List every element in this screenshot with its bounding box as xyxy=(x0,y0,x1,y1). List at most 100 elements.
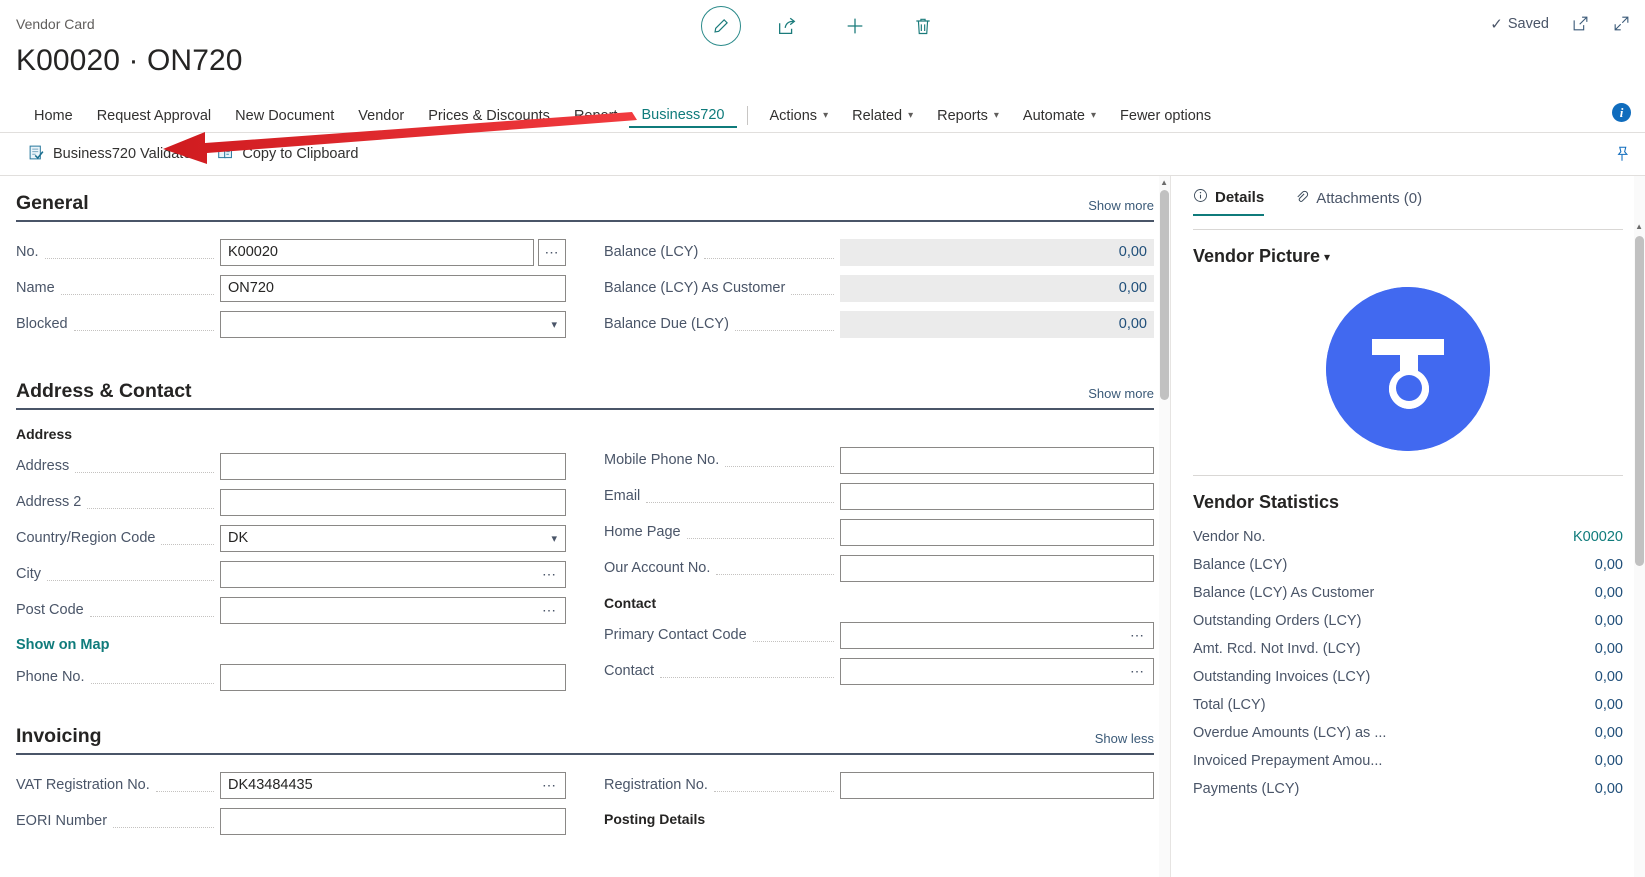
field-no-label: No. xyxy=(16,244,39,260)
field-contact-input[interactable]: ⋯ xyxy=(840,657,1154,685)
field-name-label: Name xyxy=(16,280,55,296)
menu-item-business720[interactable]: Business720 xyxy=(629,103,737,128)
field-email-input[interactable] xyxy=(840,482,1154,510)
field-post-code-input[interactable]: ⋯ xyxy=(220,596,566,624)
field-no-input[interactable]: K00020 xyxy=(220,238,534,266)
open-in-new-window-icon[interactable] xyxy=(1571,14,1590,33)
side-pane-tabs: Details Attachments (0) xyxy=(1171,176,1645,216)
address-right-column: Mobile Phone No. Email Home Page Our Acc… xyxy=(604,420,1154,695)
menu-item-home[interactable]: Home xyxy=(22,104,85,128)
menu-item-automate[interactable]: Automate ▾ xyxy=(1011,104,1108,128)
side-scrollbar[interactable]: ▲ xyxy=(1634,176,1645,877)
vendor-picture-header[interactable]: Vendor Picture ▾ xyxy=(1171,230,1645,267)
stat-value[interactable]: 0,00 xyxy=(1595,781,1623,797)
field-address-input[interactable] xyxy=(220,452,566,480)
stat-value[interactable]: 0,00 xyxy=(1595,613,1623,629)
general-show-more-link[interactable]: Show more xyxy=(1088,198,1154,215)
stat-value[interactable]: 0,00 xyxy=(1595,557,1623,573)
field-eori-number-label: EORI Number xyxy=(16,813,108,829)
copy-to-clipboard-label: Copy to Clipboard xyxy=(242,146,359,162)
stat-value[interactable]: 0,00 xyxy=(1595,641,1623,657)
chevron-down-icon: ▾ xyxy=(1324,249,1331,264)
stat-label: Payments (LCY) xyxy=(1193,781,1300,797)
stat-value: 0,00 xyxy=(1594,585,1623,601)
menu-item-related[interactable]: Related ▾ xyxy=(840,104,925,128)
field-country-region-code-select[interactable]: DK ▾ xyxy=(220,524,566,552)
field-phone-no-input[interactable] xyxy=(220,663,566,691)
field-address-2: Address 2 xyxy=(16,484,566,520)
field-address-2-label: Address 2 xyxy=(16,494,82,510)
field-no-lookup-button[interactable]: ⋯ xyxy=(538,238,566,266)
field-contact-lookup-icon[interactable]: ⋯ xyxy=(1130,663,1145,680)
menu-item-request-approval[interactable]: Request Approval xyxy=(85,104,223,128)
section-invoicing: Invoicing Show less VAT Registration No.… xyxy=(0,695,1170,839)
field-primary-contact-code-lookup-icon[interactable]: ⋯ xyxy=(1130,627,1145,644)
menu-item-actions[interactable]: Actions ▾ xyxy=(758,104,841,128)
share-icon[interactable] xyxy=(765,4,809,48)
scroll-up-icon[interactable]: ▲ xyxy=(1635,222,1643,231)
field-contact: Contact ⋯ xyxy=(604,653,1154,689)
field-name: Name ON720 xyxy=(16,270,566,306)
scroll-up-icon[interactable]: ▲ xyxy=(1160,178,1168,187)
menu-item-new-document[interactable]: New Document xyxy=(223,104,346,128)
menu-item-reports[interactable]: Reports ▾ xyxy=(925,104,1011,128)
field-name-input[interactable]: ON720 xyxy=(220,274,566,302)
main-scrollbar-thumb[interactable] xyxy=(1160,190,1169,400)
field-contact-label: Contact xyxy=(604,663,654,679)
field-our-account-no-input[interactable] xyxy=(840,554,1154,582)
tab-details[interactable]: Details xyxy=(1193,188,1265,216)
field-eori-number: EORI Number xyxy=(16,803,566,839)
field-post-code-lookup-icon[interactable]: ⋯ xyxy=(542,602,557,619)
field-primary-contact-code: Primary Contact Code ⋯ xyxy=(604,617,1154,653)
field-address-2-input[interactable] xyxy=(220,488,566,516)
field-blocked-select[interactable]: ▾ xyxy=(220,310,566,338)
field-home-page: Home Page xyxy=(604,514,1154,550)
section-general: General Show more No. K00020 ⋯ Name ON72… xyxy=(0,176,1170,342)
pencil-icon[interactable] xyxy=(700,6,741,46)
menu-item-prices-discounts[interactable]: Prices & Discounts xyxy=(416,104,562,128)
main-scrollbar[interactable]: ▲ xyxy=(1159,176,1170,877)
address-subheading: Address xyxy=(16,426,73,442)
field-vat-registration-no-lookup-icon[interactable]: ⋯ xyxy=(542,777,557,794)
vendor-picture xyxy=(1171,267,1645,467)
contact-subheading: Contact xyxy=(604,595,657,611)
address-show-more-link[interactable]: Show more xyxy=(1088,386,1154,403)
menu-item-fewer-options[interactable]: Fewer options xyxy=(1108,104,1223,128)
menu-item-vendor[interactable]: Vendor xyxy=(346,104,416,128)
side-pane: Details Attachments (0) Vendor Picture ▾ xyxy=(1170,176,1645,877)
field-city-input[interactable]: ⋯ xyxy=(220,560,566,588)
menu-item-report[interactable]: Report xyxy=(562,104,630,128)
trash-icon[interactable] xyxy=(901,4,945,48)
leader-dots xyxy=(791,293,834,295)
field-no: No. K00020 ⋯ xyxy=(16,234,566,270)
field-registration-no-label: Registration No. xyxy=(604,777,708,793)
field-home-page-input[interactable] xyxy=(840,518,1154,546)
leader-dots xyxy=(44,257,214,259)
info-icon[interactable]: i xyxy=(1612,103,1631,122)
leader-dots xyxy=(155,790,214,792)
stat-value[interactable]: K00020 xyxy=(1573,529,1623,545)
field-city: City ⋯ xyxy=(16,556,566,592)
pin-icon[interactable] xyxy=(1613,145,1631,168)
field-mobile-phone-no-input[interactable] xyxy=(840,446,1154,474)
field-city-lookup-icon[interactable]: ⋯ xyxy=(542,566,557,583)
field-vat-registration-no-input[interactable]: DK43484435 ⋯ xyxy=(220,771,566,799)
show-on-map-link[interactable]: Show on Map xyxy=(16,637,109,653)
field-registration-no-input[interactable] xyxy=(840,771,1154,799)
content-area: General Show more No. K00020 ⋯ Name ON72… xyxy=(0,176,1645,877)
collapse-icon[interactable] xyxy=(1612,14,1631,33)
plus-icon[interactable] xyxy=(833,4,877,48)
tab-attachments[interactable]: Attachments (0) xyxy=(1294,189,1422,215)
copy-to-clipboard-button[interactable]: Copy to Clipboard xyxy=(217,144,358,165)
stat-value[interactable]: 0,00 xyxy=(1595,669,1623,685)
business720-validate-button[interactable]: Business720 Validate xyxy=(28,144,191,165)
stat-value[interactable]: 0,00 xyxy=(1595,725,1623,741)
field-eori-number-input[interactable] xyxy=(220,807,566,835)
stat-row: Total (LCY) 0,00 xyxy=(1171,691,1645,719)
side-scrollbar-thumb[interactable] xyxy=(1635,236,1644,566)
field-home-page-label: Home Page xyxy=(604,524,681,540)
invoicing-show-less-link[interactable]: Show less xyxy=(1095,731,1154,748)
stat-label: Invoiced Prepayment Amou... xyxy=(1193,753,1383,769)
field-primary-contact-code-input[interactable]: ⋯ xyxy=(840,621,1154,649)
leader-dots xyxy=(716,573,834,575)
